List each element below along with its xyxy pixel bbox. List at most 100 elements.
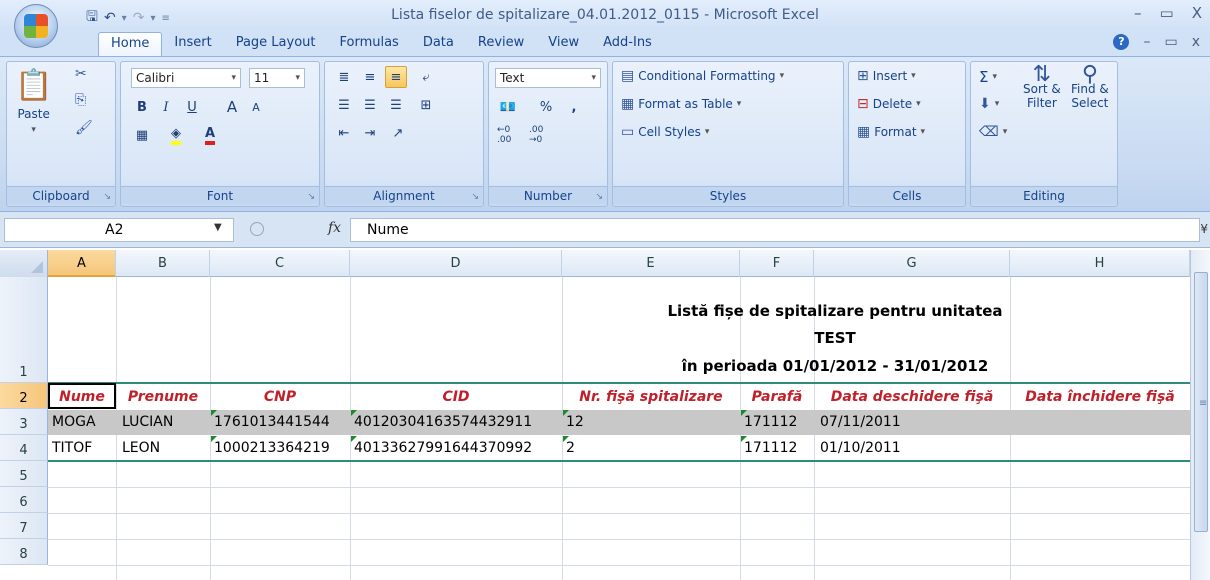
clear-button[interactable]: ⌫ ▾ xyxy=(979,124,1007,140)
bold-button[interactable]: B xyxy=(131,96,153,118)
name-box[interactable]: A2 xyxy=(4,218,234,242)
copy-button[interactable]: ⎘ xyxy=(75,92,86,108)
fill-color-button[interactable]: ◈ xyxy=(165,124,187,146)
cell-styles-button[interactable]: ▭ Cell Styles ▾ xyxy=(621,124,709,140)
percent-button[interactable]: % xyxy=(535,96,557,118)
cell-data-deschidere[interactable]: 07/11/2011 xyxy=(820,414,901,430)
underline-button[interactable]: U xyxy=(181,96,203,118)
cell-nr-fisa[interactable]: 12 xyxy=(566,414,584,430)
align-bottom-button[interactable]: ≡ xyxy=(385,66,407,88)
header-cid[interactable]: CID xyxy=(350,389,562,405)
align-top-button[interactable]: ≣ xyxy=(333,66,355,88)
font-color-button[interactable]: A xyxy=(199,124,221,146)
column-header-a[interactable]: A xyxy=(48,250,116,277)
column-header-g[interactable]: G xyxy=(814,250,1010,277)
alignment-launcher-icon[interactable]: ↘ xyxy=(471,192,479,202)
vertical-scrollbar[interactable]: ≡ xyxy=(1190,250,1210,580)
row-header-2[interactable]: 2 xyxy=(0,383,48,409)
find-select-button[interactable]: ⚲ Find & Select xyxy=(1071,64,1109,111)
wrap-text-button[interactable]: ⤶ xyxy=(415,66,437,88)
row-header-7[interactable]: 7 xyxy=(0,513,48,539)
header-parafa[interactable]: Parafă xyxy=(740,389,814,405)
merge-center-button[interactable]: ⊞ xyxy=(415,94,437,116)
decrease-indent-button[interactable]: ⇤ xyxy=(333,122,355,144)
font-size-select[interactable]: 11 ▾ xyxy=(249,68,305,88)
chevron-down-icon[interactable]: ▼ xyxy=(214,222,222,233)
tab-data[interactable]: Data xyxy=(411,32,466,56)
close-button[interactable]: X xyxy=(1192,4,1202,22)
maximize-button[interactable]: ▭ xyxy=(1160,4,1174,22)
cell-nume[interactable]: MOGA xyxy=(52,414,96,430)
cell-cnp[interactable]: 1761013441544 xyxy=(214,414,330,430)
cell-cnp[interactable]: 1000213364219 xyxy=(214,440,330,456)
insert-function-button[interactable]: fx xyxy=(328,220,341,236)
formula-input[interactable]: Nume xyxy=(350,218,1200,242)
tab-formulas[interactable]: Formulas xyxy=(327,32,410,56)
fill-button[interactable]: ⬇ ▾ xyxy=(979,96,999,112)
sort-filter-button[interactable]: ⇅ Sort & Filter xyxy=(1023,64,1061,111)
delete-cells-button[interactable]: ⊟ Delete ▾ xyxy=(857,96,921,112)
workbook-restore-button[interactable]: ▭ xyxy=(1164,34,1177,50)
worksheet-grid[interactable]: A B C D E F G H 1 2 3 4 5 6 7 8 Listă fi… xyxy=(0,250,1190,580)
row-header-6[interactable]: 6 xyxy=(0,487,48,513)
tab-view[interactable]: View xyxy=(536,32,591,56)
tab-review[interactable]: Review xyxy=(466,32,536,56)
cell-nume[interactable]: TITOF xyxy=(52,440,92,456)
grow-font-button[interactable]: A xyxy=(221,96,243,118)
align-right-button[interactable]: ☰ xyxy=(385,94,407,116)
paste-button[interactable]: 📋 Paste ▾ xyxy=(15,68,52,135)
select-all-button[interactable] xyxy=(0,250,48,277)
row-header-3[interactable]: 3 xyxy=(0,409,48,435)
tab-insert[interactable]: Insert xyxy=(162,32,223,56)
cell-cid[interactable]: 40120304163574432911 xyxy=(354,414,532,430)
cut-button[interactable]: ✂ xyxy=(75,66,87,82)
workbook-minimize-button[interactable]: – xyxy=(1143,34,1150,50)
column-header-c[interactable]: C xyxy=(210,250,350,277)
increase-indent-button[interactable]: ⇥ xyxy=(359,122,381,144)
column-header-h[interactable]: H xyxy=(1010,250,1190,277)
number-launcher-icon[interactable]: ↘ xyxy=(595,192,603,202)
tab-page-layout[interactable]: Page Layout xyxy=(224,32,328,56)
workbook-close-button[interactable]: x xyxy=(1192,34,1200,50)
header-data-deschidere[interactable]: Data deschidere fişă xyxy=(814,389,1010,405)
conditional-formatting-button[interactable]: ▤ Conditional Formatting ▾ xyxy=(621,68,784,84)
header-data-inchidere[interactable]: Data închidere fişă xyxy=(1010,389,1190,405)
comma-button[interactable]: , xyxy=(563,96,585,118)
font-launcher-icon[interactable]: ↘ xyxy=(307,192,315,202)
increase-decimal-button[interactable]: ←0 .00 xyxy=(497,124,525,146)
minimize-button[interactable]: – xyxy=(1134,4,1142,22)
cell-prenume[interactable]: LEON xyxy=(122,440,160,456)
cell-data-deschidere[interactable]: 01/10/2011 xyxy=(820,440,901,456)
number-format-select[interactable]: Text ▾ xyxy=(495,68,601,88)
shrink-font-button[interactable]: A xyxy=(245,96,267,118)
row-header-4[interactable]: 4 xyxy=(0,435,48,461)
tab-add-ins[interactable]: Add-Ins xyxy=(591,32,664,56)
font-name-select[interactable]: Calibri ▾ xyxy=(131,68,241,88)
expand-formula-bar-icon[interactable]: ¥ xyxy=(1200,222,1208,236)
borders-button[interactable]: ▦ xyxy=(131,124,153,146)
column-header-e[interactable]: E xyxy=(562,250,740,277)
column-header-d[interactable]: D xyxy=(350,250,562,277)
row-header-1[interactable]: 1 xyxy=(0,277,48,383)
header-nr-fisa[interactable]: Nr. fişă spitalizare xyxy=(562,389,740,405)
clipboard-launcher-icon[interactable]: ↘ xyxy=(103,192,111,202)
tab-home[interactable]: Home xyxy=(98,32,163,56)
header-cnp[interactable]: CNP xyxy=(210,389,350,405)
cell-parafa[interactable]: 171112 xyxy=(744,440,797,456)
orientation-button[interactable]: ↗ xyxy=(387,122,409,144)
align-center-button[interactable]: ☰ xyxy=(359,94,381,116)
cell-cid[interactable]: 40133627991644370992 xyxy=(354,440,532,456)
format-painter-button[interactable]: 🖌 xyxy=(75,120,93,136)
office-button[interactable] xyxy=(14,4,58,48)
help-icon[interactable]: ? xyxy=(1113,34,1130,50)
cell-prenume[interactable]: LUCIAN xyxy=(122,414,173,430)
decrease-decimal-button[interactable]: .00 →0 xyxy=(529,124,557,146)
cell-parafa[interactable]: 171112 xyxy=(744,414,797,430)
row-header-5[interactable]: 5 xyxy=(0,461,48,487)
row-header-8[interactable]: 8 xyxy=(0,539,48,565)
italic-button[interactable]: I xyxy=(155,96,177,118)
align-middle-button[interactable]: ≡ xyxy=(359,66,381,88)
column-header-b[interactable]: B xyxy=(116,250,210,277)
column-header-f[interactable]: F xyxy=(740,250,814,277)
insert-cells-button[interactable]: ⊞ Insert ▾ xyxy=(857,68,916,84)
